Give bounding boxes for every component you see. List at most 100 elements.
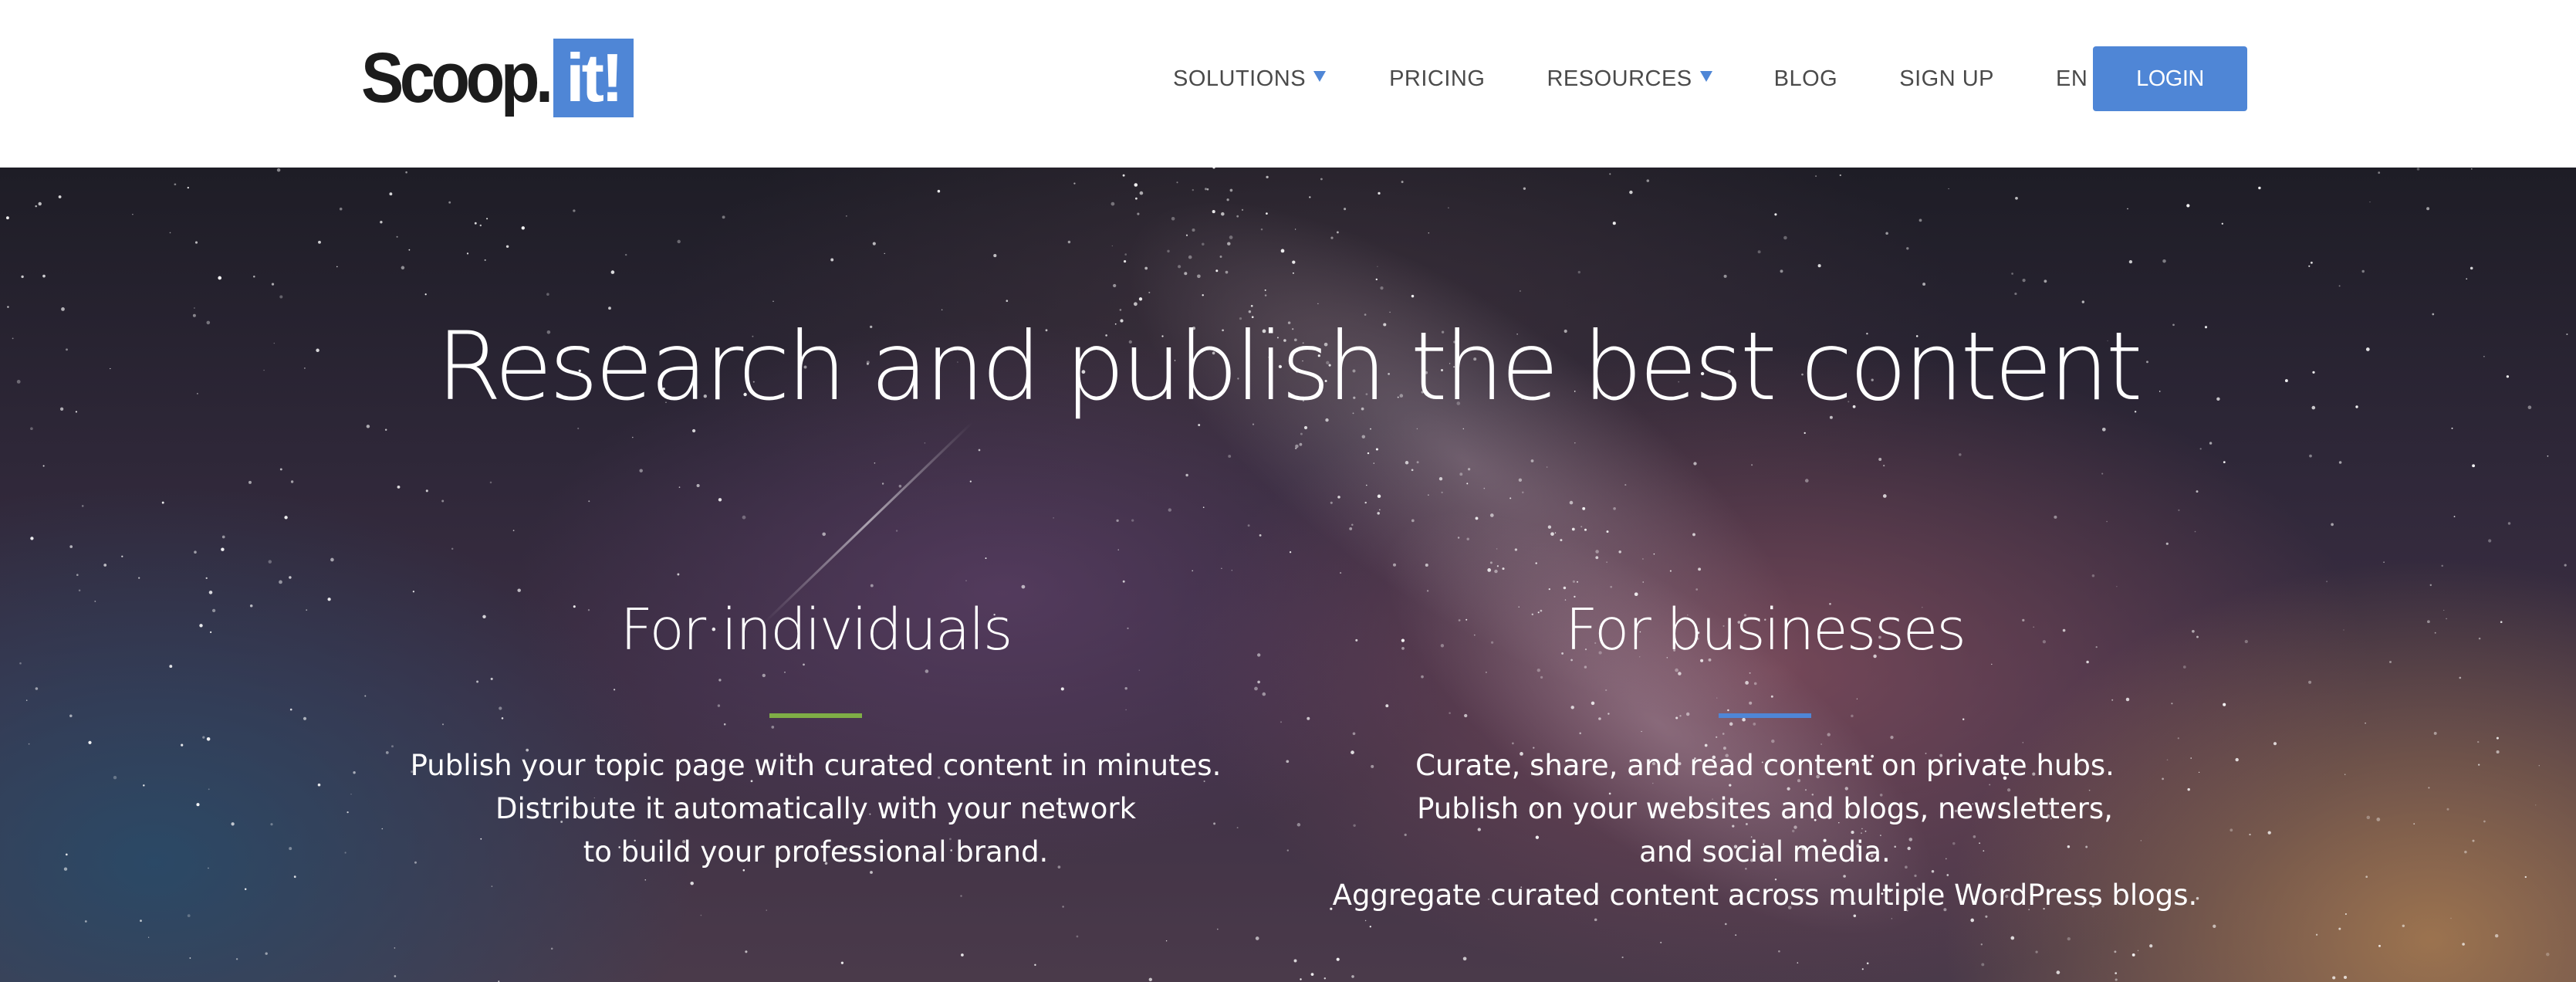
star [1260,228,1263,231]
star [1441,491,1443,493]
login-button[interactable]: LOGIN [2093,46,2247,111]
star [2441,564,2443,567]
star [1757,250,1761,254]
star [1489,513,1494,517]
star [1487,568,1492,572]
star [1344,208,1347,211]
star [1692,533,1695,537]
star [187,914,191,917]
star [1367,452,1370,455]
individuals-line: Distribute it automatically with your ne… [495,792,1137,825]
star [573,209,576,212]
star [2101,427,2106,432]
star [121,555,123,557]
star [364,695,367,697]
star [608,306,611,310]
star [289,576,292,579]
star [2244,639,2248,644]
scoopit-logo[interactable]: Scoop. it! [361,39,634,117]
star [517,588,521,592]
star [1192,188,1195,191]
star [1139,191,1144,195]
star [1646,179,1650,182]
star [318,240,321,244]
hero-title: Research and publish the best content [436,312,2142,422]
star [1804,432,1806,435]
nav-sign-up[interactable]: SIGN UP [1899,66,1994,92]
star [1467,468,1471,471]
star [169,665,173,669]
star [550,947,553,950]
star [2067,936,2071,941]
star [1416,428,1418,430]
star [2365,875,2368,879]
star [1171,217,1175,221]
language-selector[interactable]: EN [2056,66,2088,92]
star [1411,294,1415,298]
star [94,600,96,602]
star [2194,530,2196,533]
star [169,232,171,234]
star [1228,455,1232,458]
star [293,875,296,879]
star [2308,680,2312,684]
star [339,207,343,211]
star [1783,235,1787,240]
star [1475,516,1479,520]
star [2413,823,2415,825]
star [1300,978,1302,980]
star [2547,455,2549,457]
star [484,259,486,261]
nav-pricing[interactable]: PRICING [1389,66,1485,92]
nav-resources[interactable]: RESOURCES [1547,66,1712,92]
star [1185,473,1188,477]
individuals-divider [769,713,862,718]
language-label: EN [2055,66,2088,91]
star [2178,509,2180,512]
star [412,591,415,593]
star [691,428,696,433]
star [1148,977,1153,982]
star [1219,256,1222,258]
star [330,557,334,562]
nav-blog[interactable]: BLOG [1774,66,1838,92]
star [205,577,208,580]
star [279,295,283,299]
star [1411,469,1414,472]
star [2470,168,2473,170]
star [1198,424,1201,426]
star [113,775,117,780]
star [1377,494,1381,499]
star [207,867,209,869]
star [194,550,197,554]
star [289,847,292,851]
star [1202,242,1205,246]
star [1839,174,1841,177]
star [1192,570,1194,572]
star [271,283,275,286]
star [491,885,493,887]
star [1698,567,1702,571]
star [1483,487,1486,489]
star [19,662,22,665]
star [1375,278,1378,281]
star [1280,721,1283,723]
nav-solutions[interactable]: SOLUTIONS [1173,66,1327,92]
star [2378,944,2381,947]
individuals-line: Publish your topic page with curated con… [410,749,1222,782]
star [84,920,87,923]
star [2500,621,2503,624]
star [2331,523,2334,527]
star [2389,661,2392,663]
star [1138,297,1143,301]
star [425,489,428,493]
star [610,270,615,274]
star [63,867,68,871]
star [2221,222,2223,225]
star [2344,913,2347,916]
star [1669,570,1672,572]
star [840,961,844,964]
star [766,909,767,911]
star [279,468,282,471]
star [1309,196,1311,198]
